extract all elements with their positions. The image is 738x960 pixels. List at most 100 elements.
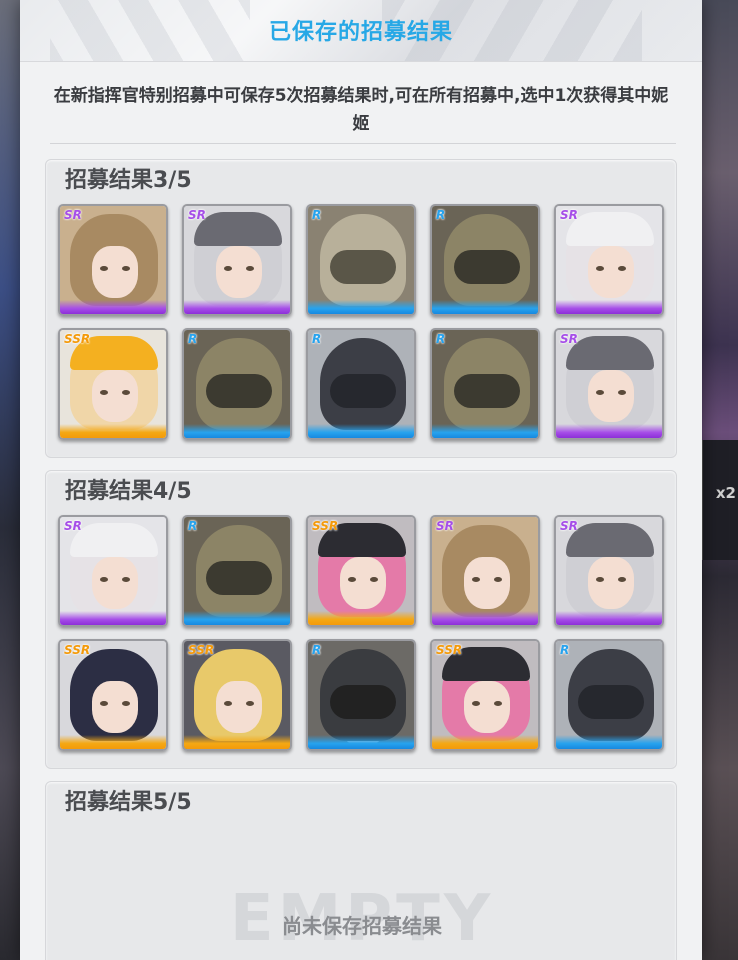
character-face (588, 246, 634, 298)
rarity-label: R (312, 643, 322, 657)
character-face (92, 370, 138, 422)
character-eye (370, 577, 378, 582)
character-eye (246, 701, 254, 706)
panel-title: 招募结果5/5 (65, 790, 192, 815)
character-card[interactable]: SSR (182, 639, 292, 751)
character-portrait (556, 641, 662, 749)
character-card[interactable]: SR (554, 328, 664, 440)
character-card[interactable]: R (554, 639, 664, 751)
rarity-bar (432, 735, 538, 749)
character-face (588, 557, 634, 609)
visor-graphic (454, 374, 520, 408)
modal-title: 已保存的招募结果 (268, 20, 453, 45)
character-face (92, 246, 138, 298)
rarity-label: R (312, 208, 322, 222)
character-eye (618, 266, 626, 271)
character-portrait (556, 330, 662, 438)
divider (50, 143, 676, 144)
character-card[interactable]: R (306, 204, 416, 316)
character-eye (472, 701, 480, 706)
character-eye (472, 577, 480, 582)
rarity-label: R (560, 643, 570, 657)
character-eye (494, 577, 502, 582)
rarity-bar (60, 424, 166, 438)
visor-graphic (330, 250, 396, 284)
character-eye (246, 266, 254, 271)
character-portrait (184, 517, 290, 625)
rarity-bar (184, 424, 290, 438)
character-card[interactable]: R (182, 515, 292, 627)
rarity-label: R (188, 519, 198, 533)
rarity-bar (308, 300, 414, 314)
character-cap (566, 212, 654, 246)
result-panel-4[interactable]: 招募结果4/5 SR R SSR SR SR SSR SSR R SSR R (45, 470, 677, 769)
rarity-label: SR (188, 208, 206, 222)
character-card[interactable]: SSR (58, 639, 168, 751)
rarity-label: SR (560, 519, 578, 533)
result-panel-3[interactable]: 招募结果3/5 SR SR R R SR SSR R R R SR (45, 159, 677, 458)
character-eye (618, 390, 626, 395)
character-card[interactable]: R (430, 328, 540, 440)
character-portrait (60, 517, 166, 625)
character-eye (122, 577, 130, 582)
visor-graphic (206, 561, 272, 595)
character-card[interactable]: R (430, 204, 540, 316)
character-face (216, 681, 262, 733)
character-card[interactable]: SR (182, 204, 292, 316)
rarity-bar (184, 611, 290, 625)
character-eye (100, 266, 108, 271)
character-card[interactable]: SR (58, 515, 168, 627)
rarity-bar (60, 300, 166, 314)
modal-description: 在新指挥官特别招募中可保存5次招募结果时,可在所有招募中,选中1次获得其中妮姬 (53, 86, 669, 134)
rarity-bar (556, 300, 662, 314)
rarity-bar (184, 735, 290, 749)
badge-count: x2 (715, 484, 736, 502)
rarity-label: SSR (64, 643, 91, 657)
character-card[interactable]: R (182, 328, 292, 440)
character-card[interactable]: SR (430, 515, 540, 627)
character-portrait (308, 641, 414, 749)
rarity-bar (432, 611, 538, 625)
visor-graphic (454, 250, 520, 284)
character-eye (100, 701, 108, 706)
character-card[interactable]: SR (554, 515, 664, 627)
character-portrait (184, 206, 290, 314)
visor-graphic (206, 374, 272, 408)
character-portrait (308, 517, 414, 625)
rarity-label: SSR (64, 332, 91, 346)
character-portrait (556, 206, 662, 314)
character-card[interactable]: R (306, 328, 416, 440)
character-portrait (432, 330, 538, 438)
character-portrait (60, 206, 166, 314)
character-eye (122, 266, 130, 271)
result-panel-5: 招募结果5/5 EMPTY 尚未保存招募结果 (45, 781, 677, 960)
rarity-bar (556, 611, 662, 625)
rarity-label: SR (560, 332, 578, 346)
character-cap (566, 336, 654, 370)
character-face (464, 557, 510, 609)
character-card[interactable]: SSR (306, 515, 416, 627)
character-card[interactable]: SSR (430, 639, 540, 751)
character-eye (122, 390, 130, 395)
character-eye (596, 577, 604, 582)
rarity-label: SR (560, 208, 578, 222)
character-portrait (432, 206, 538, 314)
rarity-bar (556, 735, 662, 749)
character-face (92, 681, 138, 733)
rarity-label: R (436, 332, 446, 346)
character-portrait (184, 330, 290, 438)
character-card[interactable]: SSR (58, 328, 168, 440)
character-eye (596, 390, 604, 395)
character-card[interactable]: SR (58, 204, 168, 316)
character-portrait (432, 641, 538, 749)
character-card[interactable]: R (306, 639, 416, 751)
rarity-label: SSR (436, 643, 463, 657)
character-portrait (556, 517, 662, 625)
character-face (340, 557, 386, 609)
rarity-label: SR (64, 208, 82, 222)
character-eye (596, 266, 604, 271)
character-eye (348, 577, 356, 582)
character-face (588, 370, 634, 422)
character-card[interactable]: SR (554, 204, 664, 316)
character-eye (224, 266, 232, 271)
